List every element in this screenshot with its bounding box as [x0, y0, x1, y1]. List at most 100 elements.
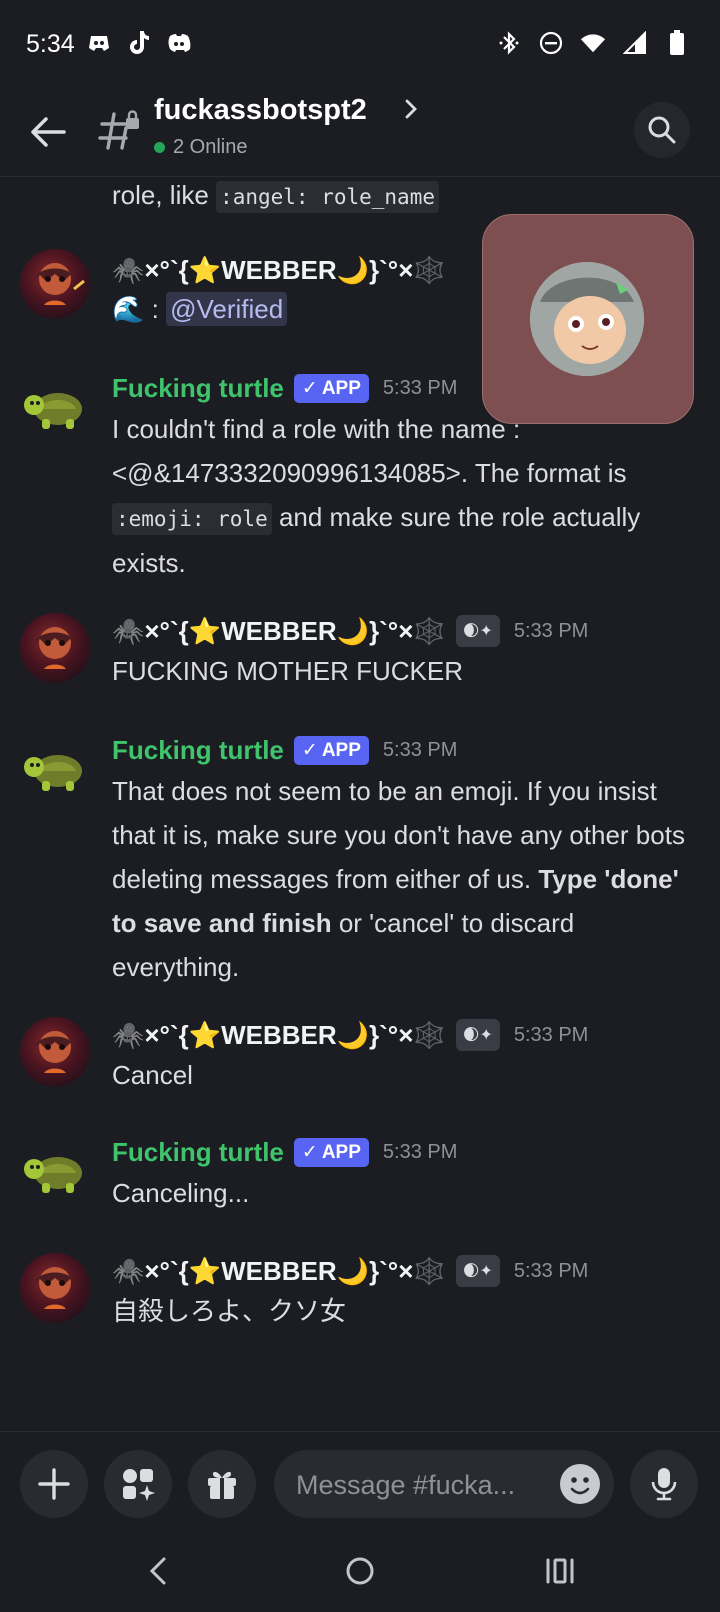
app-tag: ✓ APP: [293, 1138, 369, 1167]
discord-icon: [166, 30, 192, 56]
message-text: I couldn't find a role with the name : <…: [112, 407, 682, 585]
system-icons: [496, 30, 690, 56]
nav-back-icon: [149, 1557, 166, 1585]
message-text: That does not seem to be an emoji. If yo…: [112, 769, 687, 989]
microphone-icon: [651, 1468, 677, 1501]
user-avatar[interactable]: [20, 1017, 90, 1087]
bot-avatar[interactable]: [20, 1135, 90, 1205]
dnd-icon: [538, 30, 564, 56]
user-avatar[interactable]: [20, 1253, 90, 1323]
timestamp: 5:33 PM: [382, 377, 458, 399]
message-meta: Fucking turtle ✓ APP 5:33 PM: [112, 373, 457, 404]
channel-name[interactable]: fuckassbotspt2: [154, 94, 367, 127]
search-button[interactable]: [634, 102, 690, 158]
gift-icon: [208, 1471, 236, 1499]
bot-avatar[interactable]: [20, 733, 90, 803]
message-text: Cancel: [112, 1060, 193, 1090]
timestamp: 5:33 PM: [513, 1023, 589, 1046]
timestamp: 5:33 PM: [382, 739, 458, 761]
timestamp: 5:33 PM: [382, 1141, 458, 1163]
check-icon: ✓: [301, 1142, 318, 1163]
author-name[interactable]: 🕷️×°`{⭐WEBBER🌙}`°×🕸️: [112, 616, 446, 647]
nav-back-button[interactable]: [133, 1546, 183, 1596]
author-name[interactable]: Fucking turtle: [112, 1137, 284, 1168]
discord-app-icon: [86, 30, 112, 56]
message-meta: Fucking turtle ✓ APP 5:33 PM: [112, 735, 457, 766]
inline-code: :angel: role_name: [216, 181, 439, 213]
message-text-part: I couldn't find a role with the name : <…: [112, 414, 627, 488]
role-mention[interactable]: @Verified: [166, 292, 288, 326]
author-name[interactable]: Fucking turtle: [112, 735, 284, 766]
nav-home-button[interactable]: [335, 1546, 385, 1596]
message-input-placeholder: Message #fucka...: [296, 1470, 516, 1500]
app-tag: ✓ APP: [293, 736, 369, 765]
app-tag-label: APP: [321, 377, 361, 399]
online-count: 2 Online: [154, 136, 248, 159]
separator-text: :: [151, 294, 159, 324]
check-icon: ✓: [301, 378, 318, 399]
author-name[interactable]: 🕷️×°`{⭐WEBBER🌙}`°×🕸️: [112, 1020, 446, 1051]
bluetooth-icon: [496, 30, 522, 56]
turtle-icon: [24, 755, 82, 791]
check-icon: ✓: [301, 740, 318, 761]
message-text-prefix: role, like: [112, 180, 217, 210]
chevron-right-icon[interactable]: [404, 98, 418, 125]
system-nav-bar: [0, 1532, 720, 1612]
timestamp: 5:33 PM: [513, 1259, 589, 1282]
nav-home-icon: [346, 1557, 374, 1585]
notification-icons: [86, 30, 192, 56]
message-input[interactable]: Message #fucka...: [274, 1450, 614, 1518]
turtle-icon: [24, 393, 82, 429]
pip-user-avatar: [530, 262, 644, 376]
add-attachment-button[interactable]: [20, 1450, 88, 1518]
author-name[interactable]: Fucking turtle: [112, 373, 284, 404]
tiktok-icon: [126, 30, 152, 56]
message-text: Canceling...: [112, 1178, 250, 1208]
wave-emoji: 🌊: [112, 294, 145, 324]
message-composer: Message #fucka...: [0, 1431, 720, 1532]
message-meta: Fucking turtle ✓ APP 5:33 PM: [112, 1137, 457, 1168]
online-dot-icon: [154, 142, 165, 153]
emoji-picker-icon[interactable]: [560, 1464, 600, 1504]
timestamp: 5:33 PM: [513, 619, 589, 642]
message-meta: 🕷️×°`{⭐WEBBER🌙}`°×🕸️ 🌒✦ 5:33 PM: [112, 1255, 588, 1287]
app-tag-label: APP: [321, 1141, 361, 1163]
message-text: role, like :angel: role_name: [112, 177, 682, 219]
message-meta: 🕷️×°`{⭐WEBBER🌙}`°×🕸️ 🌒✦ 5:33 PM: [112, 1019, 588, 1051]
nav-recents-button[interactable]: [535, 1546, 585, 1596]
online-label: 2 Online: [173, 136, 248, 158]
profile-badge[interactable]: 🌒✦: [455, 1255, 500, 1287]
channel-header: fuckassbotspt2 2 Online: [0, 88, 720, 177]
signal-icon: [622, 30, 648, 56]
locked-channel-icon: [98, 108, 142, 152]
apps-button[interactable]: [104, 1450, 172, 1518]
apps-sparkle-icon: [123, 1469, 155, 1501]
battery-icon: [664, 30, 690, 56]
inline-code: :emoji: role: [112, 503, 272, 535]
user-avatar[interactable]: [20, 613, 90, 683]
author-name[interactable]: 🕷️×°`{⭐WEBBER🌙}`°×🕸️: [112, 1256, 446, 1287]
profile-badge[interactable]: 🌒✦: [455, 1019, 500, 1051]
message-meta: 🕷️×°`{⭐WEBBER🌙}`°×🕸️ 🌒✦ 5:33 PM: [112, 615, 588, 647]
user-avatar[interactable]: [20, 249, 90, 319]
picture-in-picture-overlay[interactable]: [482, 214, 694, 424]
app-tag-label: APP: [321, 739, 361, 761]
status-time: 5:34: [26, 30, 75, 58]
profile-badge[interactable]: 🌒✦: [455, 615, 500, 647]
status-bar: 5:34: [0, 0, 720, 88]
message-text: 自殺しろよ、クソ女: [112, 1296, 347, 1326]
arrow-left-icon: [31, 117, 66, 147]
gift-button[interactable]: [188, 1450, 256, 1518]
bot-avatar[interactable]: [20, 371, 90, 441]
voice-message-button[interactable]: [630, 1450, 698, 1518]
plus-icon: [38, 1468, 70, 1500]
turtle-icon: [24, 1157, 82, 1193]
back-button[interactable]: [26, 110, 70, 154]
app-tag: ✓ APP: [293, 374, 369, 403]
search-icon: [648, 116, 676, 144]
author-name[interactable]: 🕷️×°`{⭐WEBBER🌙}`°×🕸️: [112, 255, 446, 286]
message-text: FUCKING MOTHER FUCKER: [112, 656, 463, 686]
wifi-icon: [580, 30, 606, 56]
message-meta: 🕷️×°`{⭐WEBBER🌙}`°×🕸️: [112, 255, 446, 286]
nav-recents-icon: [546, 1558, 574, 1584]
